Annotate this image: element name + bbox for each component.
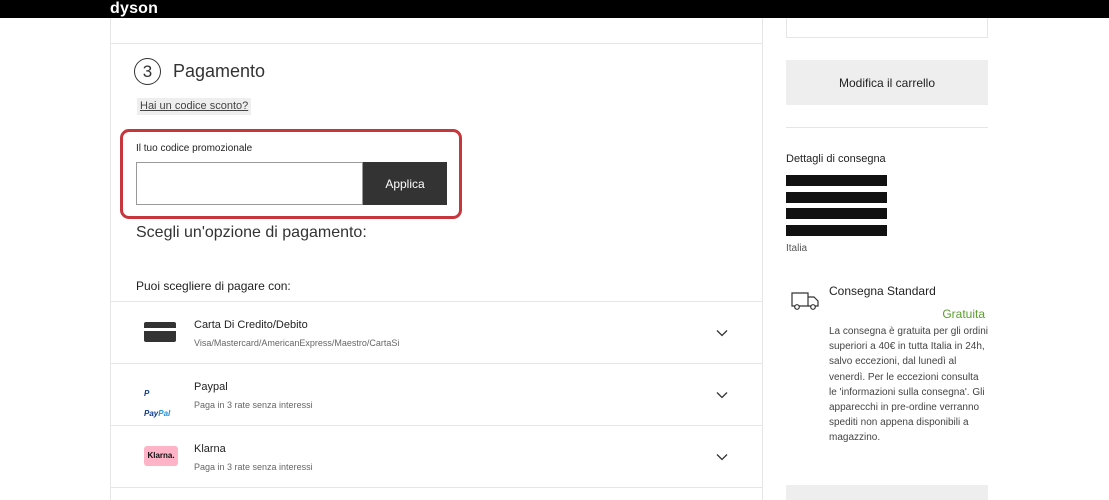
paypal-logo-icon: P PayPal <box>144 384 176 418</box>
summary-top-box <box>786 18 988 38</box>
klarna-logo-icon: Klarna. <box>144 446 178 466</box>
chevron-down-icon[interactable] <box>715 450 729 464</box>
order-summary-sidebar: Modifica il carrello Dettagli di consegn… <box>786 18 988 500</box>
delivery-truck-icon <box>791 292 819 310</box>
redacted-address-line <box>786 175 887 186</box>
dyson-logo[interactable]: dyson <box>110 0 158 18</box>
payment-option-klarna[interactable]: Klarna. Klarna Paga in 3 rate senza inte… <box>111 425 762 487</box>
apply-promo-button[interactable]: Applica <box>363 162 447 205</box>
paypal-logo-word-a: Pay <box>144 409 159 418</box>
summary-bottom-button[interactable] <box>786 485 988 500</box>
shipping-price: Gratuita <box>942 307 985 321</box>
payment-option-description: Paga in 3 rate senza interessi <box>194 462 313 472</box>
payment-section-title: Pagamento <box>173 61 266 81</box>
credit-card-icon <box>144 322 176 342</box>
payment-options-subheading: Puoi scegliere di pagare con: <box>136 279 291 293</box>
promo-code-label: Il tuo codice promozionale <box>136 143 253 154</box>
payment-options-heading: Scegli un'opzione di pagamento: <box>136 224 367 241</box>
payment-option-description: Paga in 3 rate senza interessi <box>194 400 313 410</box>
chevron-down-icon[interactable] <box>715 388 729 402</box>
payment-option-description: Visa/Mastercard/AmericanExpress/Maestro/… <box>194 338 400 348</box>
redacted-address-line <box>786 208 887 219</box>
payment-option-card[interactable]: Carta Di Credito/Debito Visa/Mastercard/… <box>111 301 762 363</box>
step-number-badge: 3 <box>134 58 161 85</box>
payment-option-name: Klarna <box>194 443 226 455</box>
payment-option-name: Paypal <box>194 381 228 393</box>
shipping-method-title: Consegna Standard <box>829 284 936 298</box>
delivery-details-title: Dettagli di consegna <box>786 153 886 165</box>
section-divider <box>111 43 762 44</box>
redacted-address-line <box>786 192 887 203</box>
promo-code-input[interactable] <box>136 162 363 205</box>
payment-option-name: Carta Di Credito/Debito <box>194 319 308 331</box>
paypal-logo-word-b: Pal <box>158 409 171 418</box>
top-header-bar: dyson <box>0 0 1109 18</box>
edit-cart-button[interactable]: Modifica il carrello <box>786 60 988 105</box>
payment-option-paypal[interactable]: P PayPal Paypal Paga in 3 rate senza int… <box>111 363 762 425</box>
delivery-country: Italia <box>786 243 808 254</box>
discount-code-link[interactable]: Hai un codice sconto? <box>137 98 252 115</box>
redacted-address-line <box>786 225 887 236</box>
sidebar-divider <box>786 127 988 128</box>
paypal-logo-mark: P <box>144 389 150 398</box>
promo-code-highlight-box: Il tuo codice promozionale Applica <box>120 129 462 219</box>
chevron-down-icon[interactable] <box>715 326 729 340</box>
checkout-main-panel: 3 Pagamento Hai un codice sconto? Il tuo… <box>110 18 763 500</box>
payment-option-divider <box>111 487 762 500</box>
shipping-description: La consegna è gratuita per gli ordini su… <box>829 326 988 444</box>
